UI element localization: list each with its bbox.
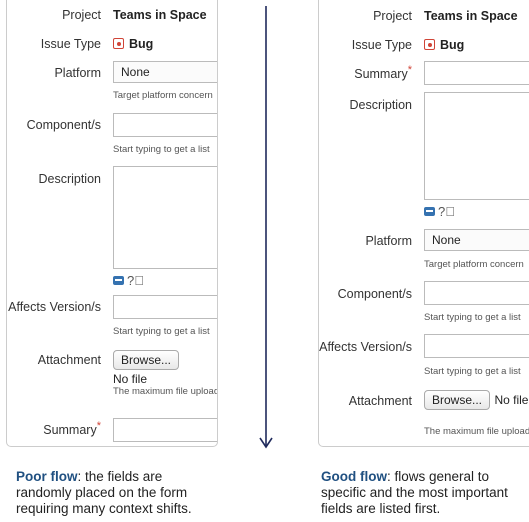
platform-hint: Target platform concern	[424, 259, 524, 270]
description-label: Description	[349, 98, 412, 112]
platform-label: Platform	[54, 66, 101, 80]
affects-version-input[interactable]	[113, 295, 217, 319]
issue-type-text: Bug	[440, 38, 465, 52]
issue-type-value[interactable]: Bug	[113, 37, 153, 51]
attachment-control: Browse... No file	[113, 350, 217, 388]
platform-hint: Target platform concern	[113, 90, 213, 101]
platform-label: Platform	[365, 234, 412, 248]
description-textarea[interactable]	[424, 92, 529, 200]
attachment-hint: The maximum file upload	[424, 426, 529, 437]
component-label: Component/s	[337, 287, 412, 301]
issue-type-text: Bug	[129, 37, 154, 51]
affects-version-label: Affects Version/s	[319, 340, 412, 354]
component-input[interactable]	[424, 281, 529, 305]
attachment-hint: The maximum file upload	[113, 386, 218, 397]
poor-flow-title: Poor flow	[16, 469, 78, 484]
bug-icon	[424, 39, 435, 50]
bug-icon	[113, 38, 124, 49]
affects-version-label: Affects Version/s	[8, 300, 101, 314]
affects-version-hint: Start typing to get a list	[424, 366, 521, 377]
description-toolbar: ?⃝	[424, 203, 455, 221]
no-file-text: No file	[494, 393, 529, 407]
summary-input[interactable]	[113, 418, 217, 442]
description-label: Description	[38, 172, 101, 186]
issue-type-label: Issue Type	[351, 38, 412, 52]
component-input[interactable]	[113, 113, 217, 137]
component-hint: Start typing to get a list	[113, 144, 210, 155]
issue-type-label: Issue Type	[40, 37, 101, 51]
platform-select[interactable]: None	[113, 61, 217, 83]
help-icon[interactable]: ?⃝	[127, 273, 144, 288]
summary-label: Summary*	[7, 420, 101, 437]
required-mark: *	[407, 64, 412, 76]
project-value: Teams in Space	[424, 9, 518, 23]
component-label: Component/s	[26, 118, 101, 132]
project-label: Project	[62, 8, 101, 22]
good-flow-caption: Good flow: flows general to specific and…	[321, 469, 529, 517]
attachment-control: Browse... No file	[424, 390, 528, 410]
summary-label-text: Summary	[43, 423, 97, 437]
platform-select[interactable]: None	[424, 229, 529, 251]
text-format-icon[interactable]	[113, 276, 124, 285]
help-icon[interactable]: ?⃝	[438, 204, 455, 219]
good-flow-form: Project Teams in Space Issue Type Bug Su…	[318, 0, 529, 447]
arrow-down-icon	[259, 6, 273, 449]
attachment-label: Attachment	[37, 353, 101, 367]
affects-version-hint: Start typing to get a list	[113, 326, 210, 337]
project-value: Teams in Space	[113, 8, 207, 22]
description-textarea[interactable]	[113, 166, 217, 269]
attachment-label: Attachment	[348, 394, 412, 408]
browse-button[interactable]: Browse...	[113, 350, 180, 370]
description-toolbar: ?⃝	[113, 272, 144, 290]
summary-input[interactable]	[424, 61, 529, 85]
browse-button[interactable]: Browse...	[424, 390, 491, 410]
required-mark: *	[96, 420, 101, 432]
good-flow-title: Good flow	[321, 469, 387, 484]
poor-flow-caption: Poor flow: the fields are randomly place…	[16, 469, 216, 517]
project-label: Project	[373, 9, 412, 23]
issue-type-value[interactable]: Bug	[424, 38, 464, 52]
no-file-text: No file	[113, 372, 148, 386]
text-format-icon[interactable]	[424, 207, 435, 216]
poor-flow-form: Project Teams in Space Issue Type Bug Pl…	[6, 0, 218, 447]
component-hint: Start typing to get a list	[424, 312, 521, 323]
summary-label-text: Summary	[354, 67, 408, 81]
summary-label: Summary*	[319, 64, 412, 81]
affects-version-input[interactable]	[424, 334, 529, 358]
